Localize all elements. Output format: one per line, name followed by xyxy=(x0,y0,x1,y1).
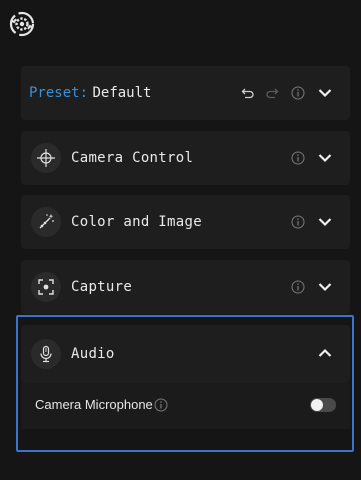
focus-outline xyxy=(16,315,354,452)
preset-header[interactable]: Preset: Default xyxy=(21,66,350,120)
chevron-down-icon[interactable] xyxy=(317,85,333,101)
camera-control-header[interactable]: Camera Control xyxy=(21,131,350,185)
color-and-image-header[interactable]: Color and Image xyxy=(21,195,350,249)
crosshair-icon xyxy=(31,143,61,173)
capture-frame-icon xyxy=(31,272,61,302)
color-and-image-panel: Color and Image xyxy=(21,195,350,249)
info-icon[interactable] xyxy=(291,86,305,100)
section-label: Capture xyxy=(71,279,133,295)
chevron-down-icon[interactable] xyxy=(317,214,333,230)
chevron-down-icon[interactable] xyxy=(317,279,333,295)
camera-control-panel: Camera Control xyxy=(21,131,350,185)
capture-header[interactable]: Capture xyxy=(21,260,350,314)
magic-wand-icon xyxy=(31,207,61,237)
undo-icon[interactable] xyxy=(241,86,255,100)
info-icon[interactable] xyxy=(291,151,305,165)
redo-icon[interactable] xyxy=(265,86,279,100)
preset-prefix: Preset: xyxy=(29,85,89,101)
chevron-down-icon[interactable] xyxy=(317,150,333,166)
info-icon[interactable] xyxy=(291,280,305,294)
info-icon[interactable] xyxy=(291,215,305,229)
section-label: Color and Image xyxy=(71,214,202,230)
preset-panel: Preset: Default xyxy=(21,66,350,120)
section-label: Camera Control xyxy=(71,150,194,166)
preset-name: Default xyxy=(92,85,152,101)
capture-panel: Capture xyxy=(21,260,350,314)
camera-settings-icon[interactable] xyxy=(8,10,36,38)
top-bar xyxy=(0,0,361,48)
